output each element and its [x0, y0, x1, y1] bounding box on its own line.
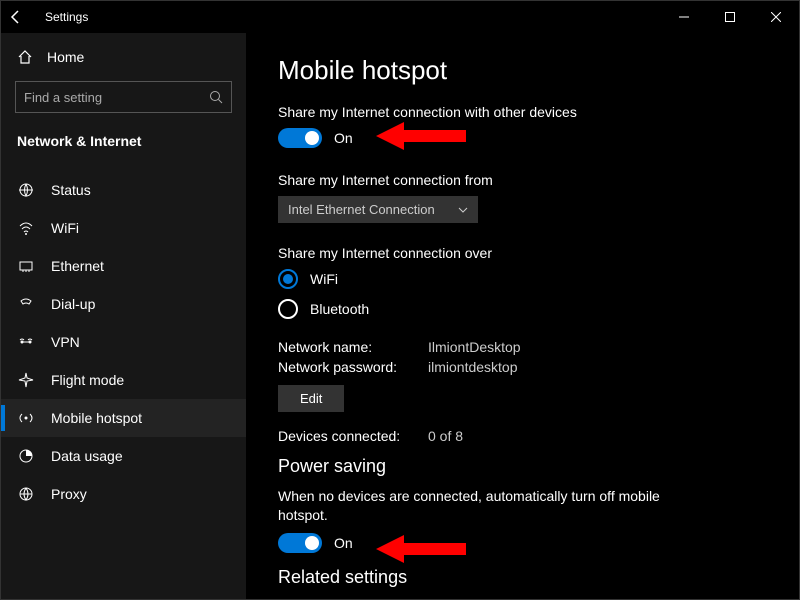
share-from-label: Share my Internet connection from — [278, 172, 789, 188]
nav-label: Flight mode — [51, 372, 124, 388]
search-icon — [209, 90, 223, 104]
devices-connected-row: Devices connected: 0 of 8 — [278, 428, 789, 444]
radio-bluetooth[interactable] — [278, 299, 298, 319]
sidebar-home[interactable]: Home — [1, 41, 246, 73]
sidebar-item-wifi[interactable]: WiFi — [1, 209, 246, 247]
power-saving-toggle[interactable] — [278, 533, 322, 553]
minimize-button[interactable] — [661, 1, 707, 33]
devices-connected-label: Devices connected: — [278, 428, 428, 444]
power-toggle-row: On — [278, 533, 789, 553]
nav-label: Status — [51, 182, 91, 198]
title-bar: Settings — [1, 1, 799, 33]
power-toggle-state: On — [334, 535, 353, 551]
share-toggle-state: On — [334, 130, 353, 146]
sidebar-item-proxy[interactable]: Proxy — [1, 475, 246, 513]
share-over-label: Share my Internet connection over — [278, 245, 789, 261]
nav-items: Status WiFi Ethernet Dial-up VPN — [1, 171, 246, 513]
devices-connected-value: 0 of 8 — [428, 428, 463, 444]
nav-label: Data usage — [51, 448, 123, 464]
related-settings-heading: Related settings — [278, 567, 789, 588]
sidebar: Home Find a setting Network & Internet S… — [1, 33, 246, 599]
sidebar-item-ethernet[interactable]: Ethernet — [1, 247, 246, 285]
network-password-row: Network password: ilmiontdesktop — [278, 359, 789, 375]
radio-wifi-label: WiFi — [310, 271, 338, 287]
page-title: Mobile hotspot — [278, 55, 789, 86]
maximize-button[interactable] — [707, 1, 753, 33]
close-button[interactable] — [753, 1, 799, 33]
back-button[interactable] — [9, 10, 33, 24]
dialup-icon — [17, 295, 35, 313]
sidebar-item-flight-mode[interactable]: Flight mode — [1, 361, 246, 399]
hotspot-icon — [17, 409, 35, 427]
nav-label: Dial-up — [51, 296, 95, 312]
sidebar-section-label: Network & Internet — [1, 127, 246, 161]
data-usage-icon — [17, 447, 35, 465]
airplane-icon — [17, 371, 35, 389]
sidebar-home-label: Home — [47, 49, 84, 65]
network-password-value: ilmiontdesktop — [428, 359, 518, 375]
body: Home Find a setting Network & Internet S… — [1, 33, 799, 599]
proxy-icon — [17, 485, 35, 503]
edit-button[interactable]: Edit — [278, 385, 344, 412]
power-saving-heading: Power saving — [278, 456, 789, 477]
radio-wifi[interactable] — [278, 269, 298, 289]
ethernet-icon — [17, 257, 35, 275]
nav-label: VPN — [51, 334, 80, 350]
share-from-value: Intel Ethernet Connection — [288, 202, 435, 217]
chevron-down-icon — [458, 205, 468, 215]
annotation-arrow-1 — [376, 118, 466, 154]
nav-label: Ethernet — [51, 258, 104, 274]
wifi-icon — [17, 219, 35, 237]
annotation-arrow-2 — [376, 531, 466, 567]
share-toggle-row: On — [278, 128, 789, 148]
nav-label: WiFi — [51, 220, 79, 236]
network-name-label: Network name: — [278, 339, 428, 355]
home-icon — [17, 49, 33, 65]
nav-label: Mobile hotspot — [51, 410, 142, 426]
network-password-label: Network password: — [278, 359, 428, 375]
radio-bluetooth-row[interactable]: Bluetooth — [278, 299, 789, 319]
sidebar-item-mobile-hotspot[interactable]: Mobile hotspot — [1, 399, 246, 437]
sidebar-item-status[interactable]: Status — [1, 171, 246, 209]
window-controls — [661, 1, 799, 33]
share-from-dropdown[interactable]: Intel Ethernet Connection — [278, 196, 478, 223]
window-title: Settings — [45, 10, 88, 24]
share-connection-label: Share my Internet connection with other … — [278, 104, 789, 120]
radio-bluetooth-label: Bluetooth — [310, 301, 369, 317]
power-saving-description: When no devices are connected, automatic… — [278, 487, 698, 525]
network-name-value: IlmiontDesktop — [428, 339, 521, 355]
status-icon — [17, 181, 35, 199]
nav-label: Proxy — [51, 486, 87, 502]
radio-wifi-row[interactable]: WiFi — [278, 269, 789, 289]
sidebar-item-data-usage[interactable]: Data usage — [1, 437, 246, 475]
sidebar-item-vpn[interactable]: VPN — [1, 323, 246, 361]
vpn-icon — [17, 333, 35, 351]
settings-window: Settings Home Find a setting — [0, 0, 800, 600]
sidebar-item-dialup[interactable]: Dial-up — [1, 285, 246, 323]
search-placeholder: Find a setting — [24, 90, 102, 105]
network-name-row: Network name: IlmiontDesktop — [278, 339, 789, 355]
content-pane: Mobile hotspot Share my Internet connect… — [246, 33, 799, 599]
share-connection-toggle[interactable] — [278, 128, 322, 148]
search-input[interactable]: Find a setting — [15, 81, 232, 113]
